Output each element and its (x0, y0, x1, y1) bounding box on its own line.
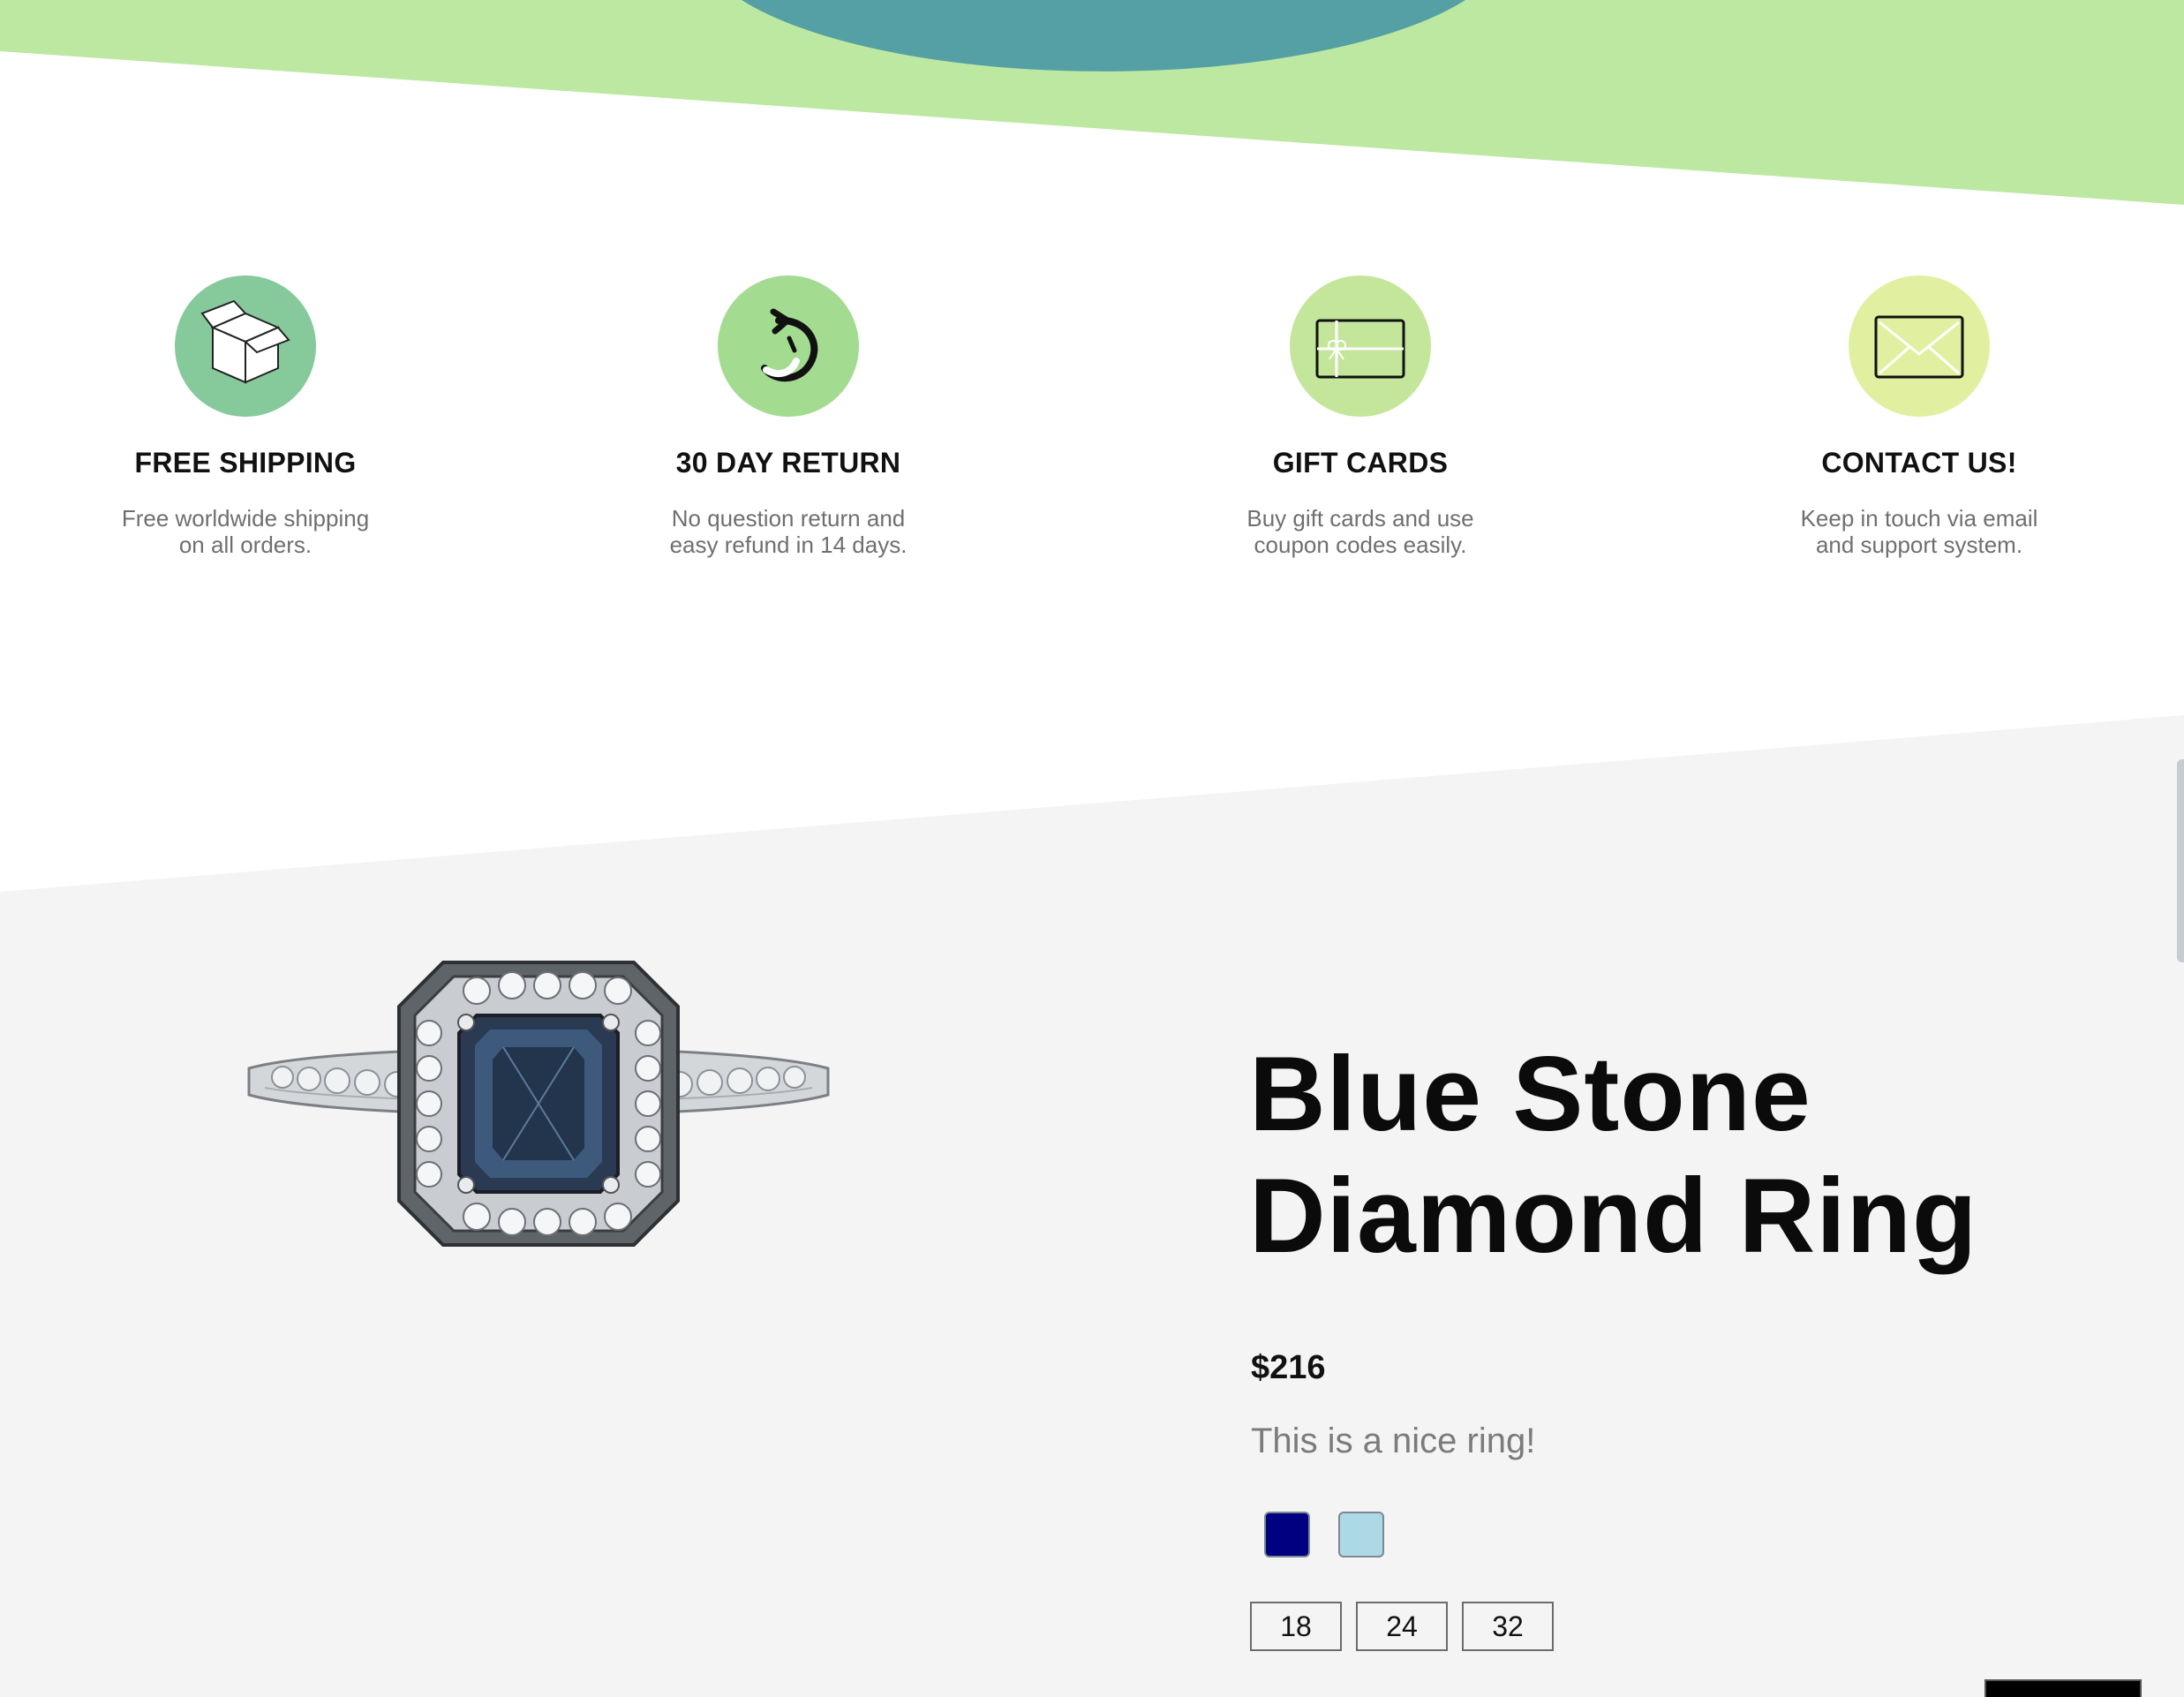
add-to-cart-button[interactable] (1984, 1679, 2142, 1697)
feature-icon-circle (1290, 275, 1431, 417)
feature-icon-circle (175, 275, 316, 417)
feature-text: Free worldwide shipping on all orders. (121, 505, 370, 558)
color-swatch-navy[interactable] (1264, 1512, 1310, 1557)
size-option-24[interactable]: 24 (1356, 1602, 1448, 1651)
envelope-icon (1874, 315, 1964, 379)
return-arrow-icon (761, 308, 818, 382)
product-description: This is a nice ring! (1251, 1422, 1536, 1460)
hero-background (0, 0, 2184, 205)
product-price: $216 (1251, 1349, 1326, 1386)
feature-text: Buy gift cards and use coupon codes easi… (1246, 505, 1474, 558)
color-swatch-light-blue[interactable] (1338, 1512, 1384, 1557)
size-option-32[interactable]: 32 (1462, 1602, 1554, 1651)
size-options: 18 24 32 (1250, 1602, 1554, 1651)
ring-image (247, 961, 830, 1247)
feature-title: CONTACT US! (1821, 447, 2017, 479)
feature-icon-circle (1849, 275, 1990, 417)
feature-contact-us: CONTACT US! Keep in touch via email and … (1734, 275, 2105, 558)
feature-gift-cards: GIFT CARDS Buy gift cards and use coupon… (1175, 275, 1546, 558)
features-section: FREE SHIPPING Free worldwide shipping on… (0, 275, 2184, 611)
feature-icon-circle (718, 275, 859, 417)
feature-text: No question return and easy refund in 14… (669, 505, 907, 558)
side-feedback-tab[interactable] (2177, 759, 2184, 962)
color-swatches (1264, 1512, 1384, 1557)
box-icon (200, 299, 290, 384)
feature-title: GIFT CARDS (1272, 447, 1449, 479)
gift-card-icon (1315, 319, 1405, 379)
product-title: Blue Stone Diamond Ring (1249, 1035, 1978, 1275)
size-option-18[interactable]: 18 (1250, 1602, 1342, 1651)
feature-text: Keep in touch via email and support syst… (1800, 505, 2038, 558)
feature-free-shipping: FREE SHIPPING Free worldwide shipping on… (60, 275, 431, 558)
feature-30-day-return: 30 DAY RETURN No question return and eas… (603, 275, 974, 558)
feature-title: 30 DAY RETURN (675, 447, 901, 479)
feature-title: FREE SHIPPING (134, 447, 357, 479)
